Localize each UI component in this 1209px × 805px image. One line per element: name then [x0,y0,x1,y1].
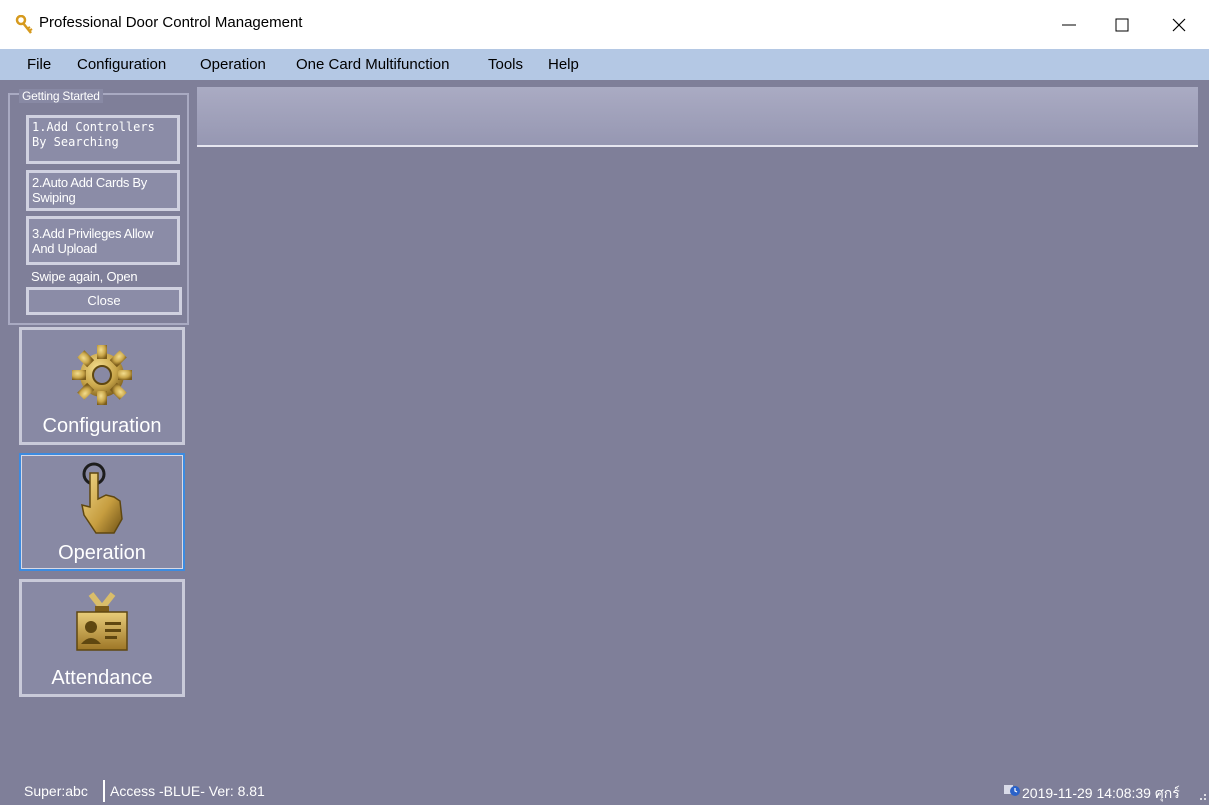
menu-bar: File Configuration Operation One Card Mu… [0,49,1209,80]
add-controllers-button[interactable]: 1.Add Controllers By Searching [26,115,180,164]
id-card-icon [76,592,128,651]
menu-one-card-multifunction[interactable]: One Card Multifunction [288,49,457,80]
nav-configuration-label: Configuration [42,415,162,437]
menu-help[interactable]: Help [540,49,587,80]
close-icon [1172,18,1186,32]
getting-started-legend: Getting Started [19,89,103,103]
resize-grip-icon[interactable] [1197,791,1207,801]
status-datetime: 2019-11-29 14:08:39 ศุกร์ [1022,785,1180,801]
menu-tools[interactable]: Tools [480,49,531,80]
clock-icon [1004,785,1020,796]
swipe-hint: Swipe again, Open [31,269,138,284]
key-icon [15,15,33,34]
nav-operation-button[interactable]: Operation [19,453,185,571]
status-access-version: Access -BLUE- Ver: 8.81 [110,783,265,799]
status-separator [103,780,105,802]
nav-attendance-button[interactable]: Attendance [19,579,185,697]
gear-icon [72,345,132,405]
maximize-icon [1115,18,1129,32]
status-user: Super:abc [24,783,88,799]
main-header-strip [197,87,1198,147]
menu-file[interactable]: File [19,49,59,80]
status-bar: Super:abc Access -BLUE- Ver: 8.81 2019-1… [0,778,1209,803]
menu-operation[interactable]: Operation [192,49,274,80]
nav-attendance-label: Attendance [51,667,153,689]
add-privileges-button[interactable]: 3.Add Privileges Allow And Upload [26,216,180,265]
menu-configuration[interactable]: Configuration [69,49,174,80]
window-title: Professional Door Control Management [39,14,303,31]
nav-operation-label: Operation [58,542,146,564]
main-content-area [197,87,1198,768]
maximize-button[interactable] [1099,0,1145,49]
hand-pointer-icon [81,462,123,534]
minimize-icon [1062,24,1076,26]
close-window-button[interactable] [1156,0,1202,49]
title-bar: Professional Door Control Management [0,0,1209,49]
minimize-button[interactable] [1046,0,1092,49]
close-getting-started-button[interactable]: Close [26,287,182,315]
nav-configuration-button[interactable]: Configuration [19,327,185,445]
auto-add-cards-button[interactable]: 2.Auto Add Cards By Swiping [26,170,180,211]
